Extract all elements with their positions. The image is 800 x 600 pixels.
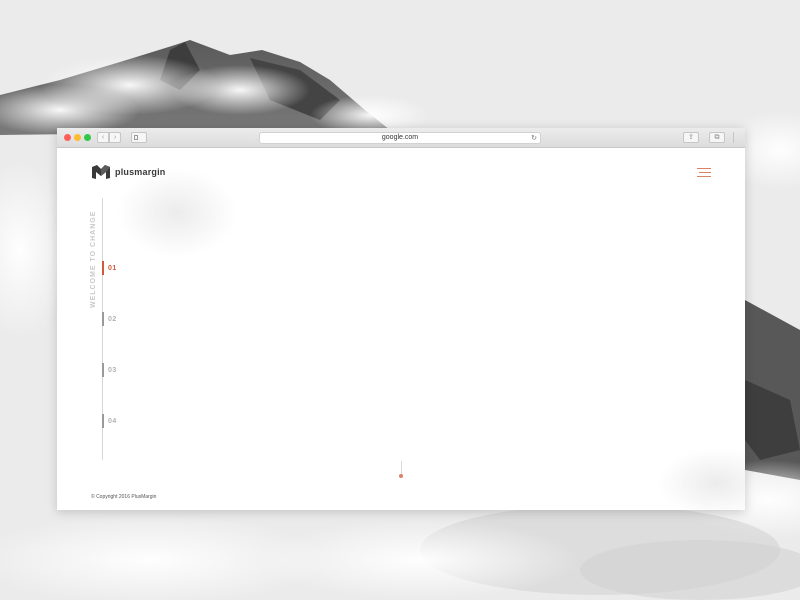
logo-m-icon <box>92 165 110 179</box>
address-bar[interactable]: google.com ↻ <box>259 132 541 144</box>
step-02[interactable]: 02 <box>102 312 117 326</box>
reload-icon[interactable]: ↻ <box>531 134 537 143</box>
copyright-text: © Copyright 2016 PlusMargin <box>91 494 157 500</box>
step-01[interactable]: 01 <box>102 261 117 275</box>
step-number: 03 <box>108 366 117 374</box>
hamburger-menu-icon[interactable] <box>697 168 711 177</box>
cloud-decoration <box>117 168 237 258</box>
close-window-button[interactable] <box>64 134 71 141</box>
cloud-decoration <box>657 448 745 510</box>
share-icon[interactable]: ⇪ <box>683 132 699 143</box>
minimize-window-button[interactable] <box>74 134 81 141</box>
tabs-overview-icon[interactable]: ⧉ <box>709 132 725 143</box>
step-number: 02 <box>108 315 117 323</box>
step-indicator-bar <box>102 312 104 326</box>
sidebar-toggle-icon[interactable] <box>131 132 147 143</box>
scroll-line <box>400 461 402 475</box>
step-indicator-bar <box>102 363 104 377</box>
logo-text: plusmargin <box>115 167 166 177</box>
forward-arrow-icon[interactable]: › <box>109 132 121 143</box>
step-number: 04 <box>108 417 117 425</box>
fullscreen-window-button[interactable] <box>84 134 91 141</box>
url-text: google.com <box>381 134 419 141</box>
browser-toolbar: ‹ › google.com ↻ ⇪ ⧉ <box>57 128 745 148</box>
step-03[interactable]: 03 <box>102 363 117 377</box>
tagline: WELCOME TO CHANGE <box>90 210 97 308</box>
step-04[interactable]: 04 <box>102 414 117 428</box>
back-arrow-icon[interactable]: ‹ <box>97 132 109 143</box>
browser-window: ‹ › google.com ↻ ⇪ ⧉ plusmargin WELCOME … <box>57 128 745 510</box>
step-indicator-bar <box>102 261 104 275</box>
step-indicator-bar <box>102 414 104 428</box>
web-page: plusmargin WELCOME TO CHANGE 01 02 03 04 <box>57 148 745 510</box>
new-tab-button[interactable] <box>733 132 741 143</box>
step-number: 01 <box>108 264 117 272</box>
scroll-down-indicator[interactable] <box>399 461 403 481</box>
scroll-dot <box>399 474 403 478</box>
site-logo[interactable]: plusmargin <box>91 164 166 180</box>
